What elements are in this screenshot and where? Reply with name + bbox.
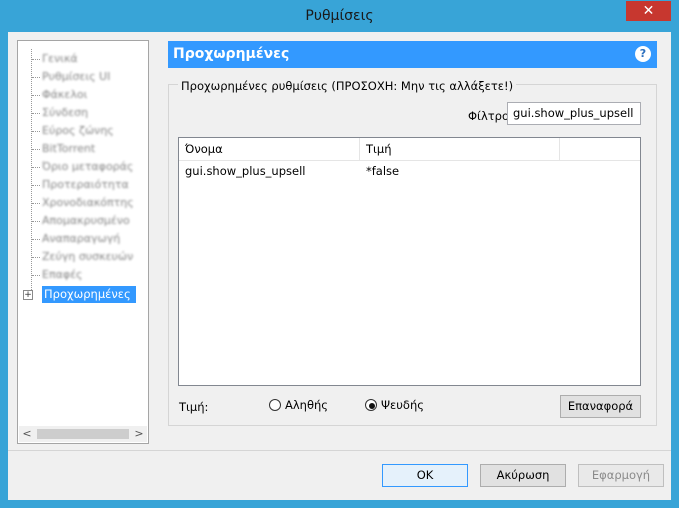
tree-item[interactable]: Όριο μεταφοράς xyxy=(42,159,133,175)
panel-header: Προχωρημένες ? xyxy=(168,41,657,68)
reset-button[interactable]: Επαναφορά xyxy=(560,395,641,418)
scroll-thumb[interactable] xyxy=(37,429,129,439)
tree-item-advanced[interactable]: Προχωρημένες xyxy=(42,286,136,303)
tree-branch xyxy=(32,257,40,258)
settings-list[interactable]: Όνομα Τιμή gui.show_plus_upsell *false xyxy=(178,137,641,386)
tree-item[interactable]: Φάκελοι xyxy=(42,87,87,103)
tree-item[interactable]: Επαφές xyxy=(42,267,82,283)
ok-button[interactable]: OK xyxy=(382,464,468,487)
value-label: Τιμή: xyxy=(179,400,209,414)
help-icon[interactable]: ? xyxy=(635,46,651,62)
radio-circle[interactable] xyxy=(269,399,281,411)
tree-branch xyxy=(32,131,40,132)
tree-branch xyxy=(32,95,40,96)
tree-branch xyxy=(32,59,40,60)
tree-branch xyxy=(32,167,40,168)
tree-item[interactable]: Αναπαραγωγή xyxy=(42,231,120,247)
tree-branch xyxy=(32,221,40,222)
filter-label: Φίλτρο xyxy=(468,109,510,123)
radio-false-label: Ψευδής xyxy=(381,398,424,412)
column-header-name[interactable]: Όνομα xyxy=(179,138,360,160)
tree-item[interactable]: Γενικά xyxy=(42,51,78,67)
tree-branch xyxy=(32,275,40,276)
radio-dot xyxy=(369,403,375,409)
tree-branch xyxy=(32,113,40,114)
tree-branch xyxy=(32,149,40,150)
settings-tree[interactable]: Γενικά Ρυθμίσεις UI Φάκελοι Σύνδεση Εύρος ζώ… xyxy=(17,40,149,444)
scroll-right-icon[interactable]: > xyxy=(131,426,147,442)
horizontal-scrollbar[interactable]: < > xyxy=(19,426,147,442)
cancel-button[interactable]: Ακύρωση xyxy=(480,464,566,487)
radio-true-label: Αληθής xyxy=(285,398,329,412)
apply-button[interactable]: Εφαρμογή xyxy=(578,464,664,487)
tree-branch xyxy=(32,239,40,240)
tree-branch xyxy=(32,185,40,186)
close-icon: ✕ xyxy=(642,3,655,19)
radio-circle-checked[interactable] xyxy=(365,399,377,411)
tree-item[interactable]: Ρυθμίσεις UI xyxy=(42,69,110,85)
footer-divider xyxy=(8,450,671,451)
column-header-value[interactable]: Τιμή xyxy=(360,138,560,160)
row-name: gui.show_plus_upsell xyxy=(185,164,306,178)
window-title: Ρυθμίσεις xyxy=(305,8,374,24)
dialog-body: Γενικά Ρυθμίσεις UI Φάκελοι Σύνδεση Εύρος ζώ… xyxy=(8,32,671,500)
tree-branch xyxy=(32,77,40,78)
tree-item[interactable]: Χρονοδιακόπτης xyxy=(42,195,134,211)
expand-icon[interactable]: + xyxy=(23,290,33,300)
table-row[interactable]: gui.show_plus_upsell *false xyxy=(179,162,640,180)
tree-item[interactable]: Απομακρυσμένο xyxy=(42,213,130,229)
row-value: *false xyxy=(366,164,400,178)
title-bar[interactable]: Ρυθμίσεις ✕ xyxy=(0,0,679,32)
scroll-left-icon[interactable]: < xyxy=(19,426,35,442)
tree-item[interactable]: Ζεύγη συσκευών xyxy=(42,249,133,265)
panel-title: Προχωρημένες xyxy=(173,46,290,62)
list-header: Όνομα Τιμή xyxy=(179,138,640,161)
close-button[interactable]: ✕ xyxy=(626,1,671,21)
tree-item[interactable]: Εύρος ζώνης xyxy=(42,123,114,139)
filter-input[interactable]: gui.show_plus_upsell xyxy=(507,102,641,125)
group-title: Προχωρημένες ρυθμίσεις (ΠΡΟΣΟΧΗ: Μην τις… xyxy=(178,79,517,93)
tree-branch xyxy=(32,203,40,204)
tree-item[interactable]: BitTorrent xyxy=(42,141,95,157)
tree-item[interactable]: Σύνδεση xyxy=(42,105,88,121)
tree-item[interactable]: Προτεραιότητα xyxy=(42,177,129,193)
